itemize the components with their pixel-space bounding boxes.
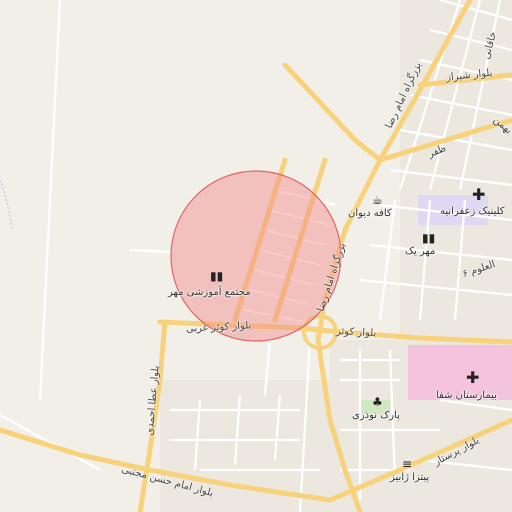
poi-label[interactable]: بیمارستان شفا — [436, 390, 497, 401]
hospital-cross-icon[interactable]: ✚ — [466, 370, 479, 386]
road-label: بلوار کوثر — [335, 325, 377, 340]
poi-label[interactable]: پیتزا ژابیز — [390, 472, 429, 483]
poi-label[interactable]: کافه دیوان — [348, 208, 392, 219]
boundary-line — [0, 179, 13, 231]
school-icon[interactable]: ▮▮ — [422, 232, 435, 244]
cafe-icon[interactable]: ☕ — [372, 194, 383, 206]
fast-food-icon[interactable]: ≡ — [402, 458, 412, 470]
map-canvas[interactable]: ▮▮ ☕ ✚ ▮▮ ✚ ♣ ≡ مجتمع آموزشی مهر کافه دی… — [0, 0, 512, 512]
clinic-cross-icon[interactable]: ✚ — [472, 187, 485, 203]
poi-label[interactable]: کلینیک زعفرانیه — [440, 206, 505, 217]
highlight-circle[interactable] — [170, 170, 342, 342]
poi-label[interactable]: مجتمع آموزشی مهر — [168, 287, 251, 298]
school-icon[interactable]: ▮▮ — [210, 270, 223, 282]
tree-icon[interactable]: ♣ — [372, 396, 383, 408]
poi-label[interactable]: پارک نوذری — [352, 410, 400, 421]
poi-label[interactable]: مهر یک — [405, 246, 435, 257]
